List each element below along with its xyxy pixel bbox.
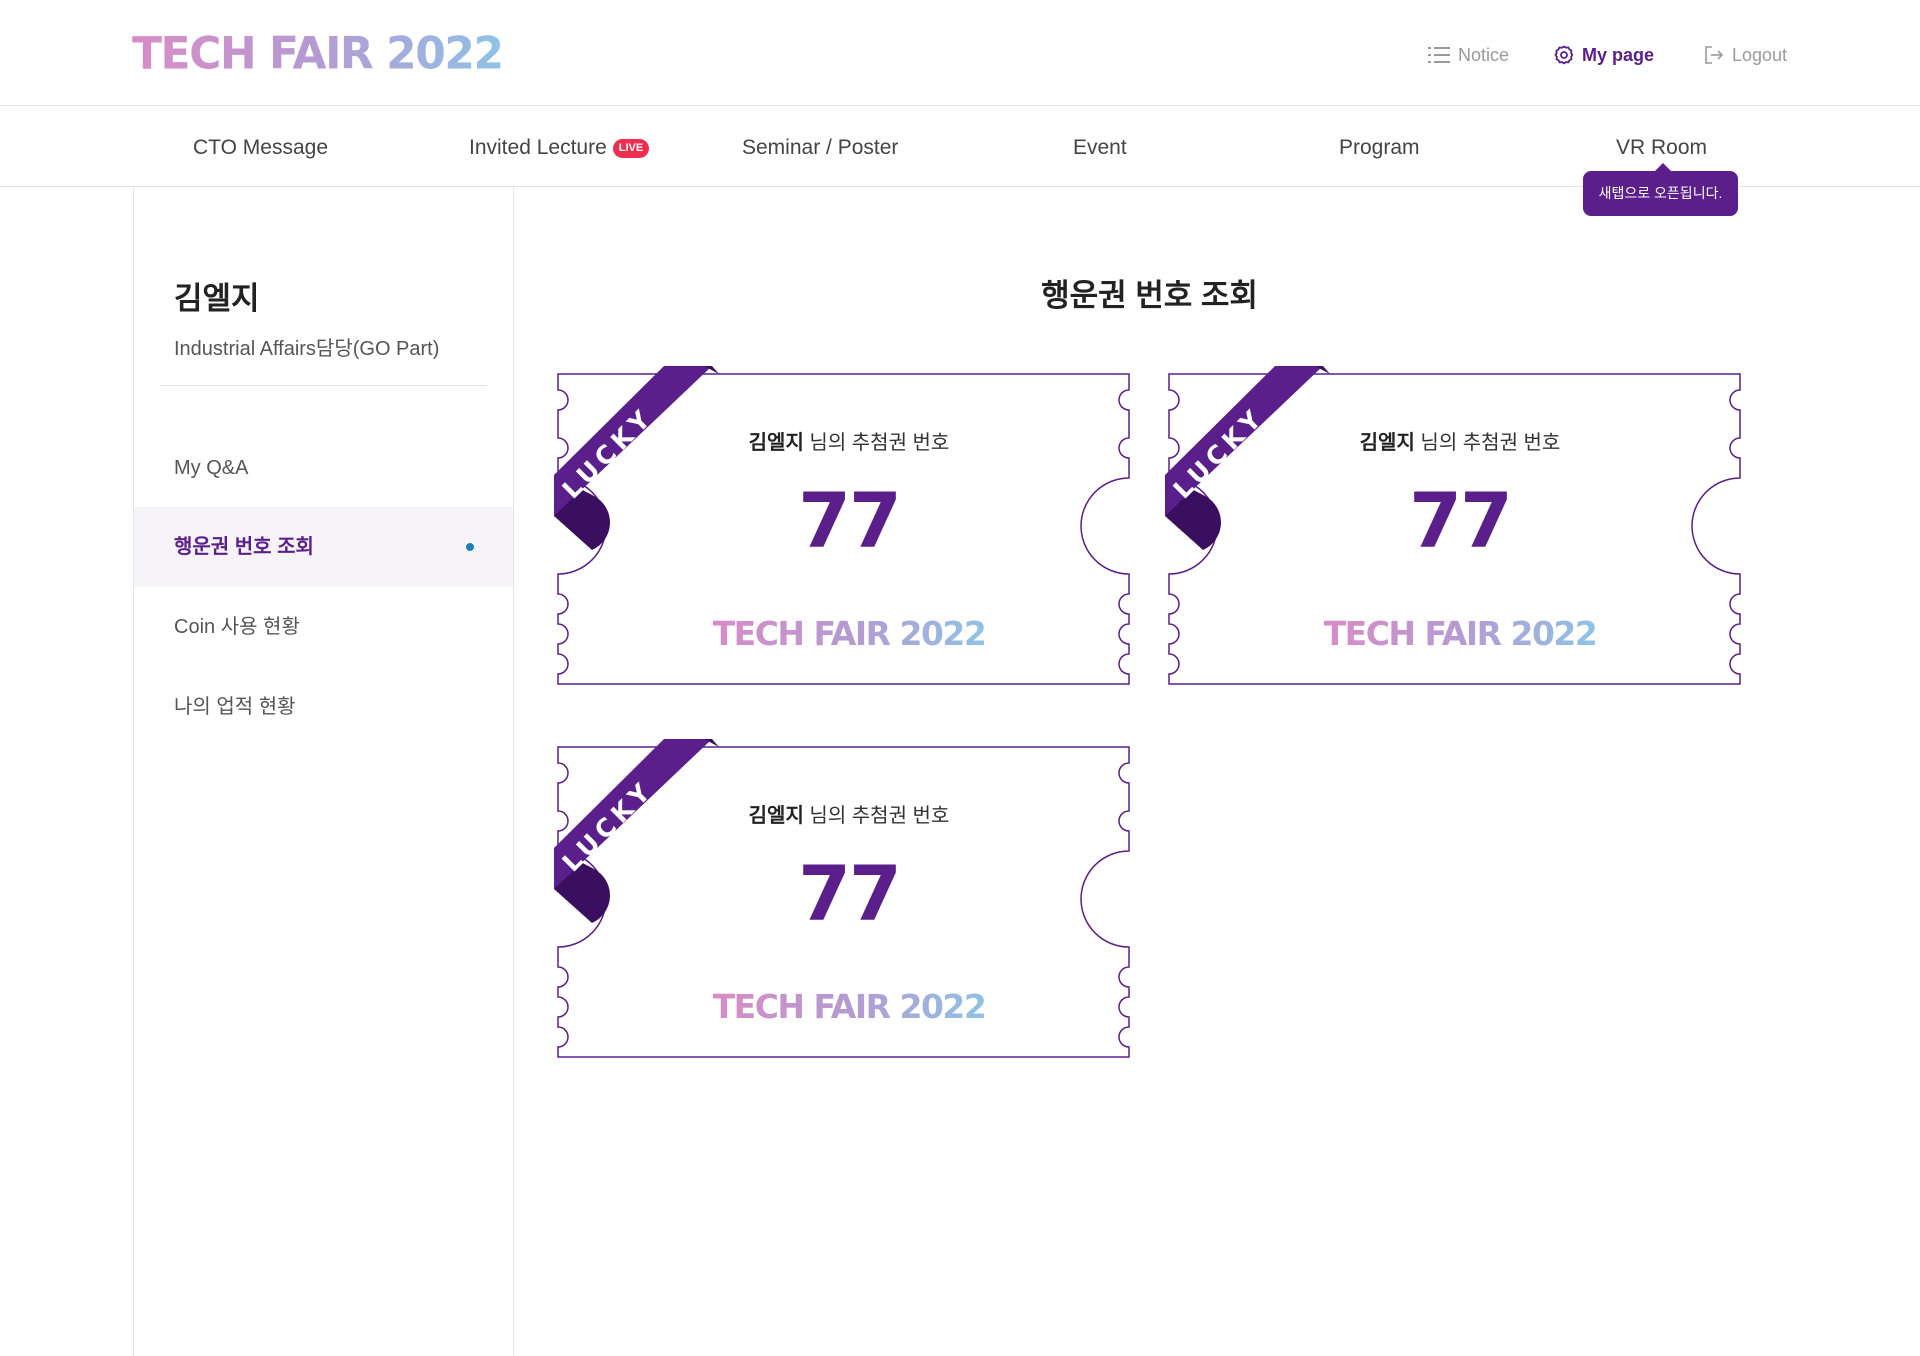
lucky-ticket: LUCKY 김엘지 님의 추첨권 번호 77 TECH FAIR 2022 [554, 739, 1144, 1059]
ticket-number: 77 [1409, 476, 1513, 565]
sidebar-item-label: 나의 업적 현황 [174, 696, 296, 718]
lucky-ticket: LUCKY 김엘지 님의 추첨권 번호 77 TECH FAIR 2022 [1165, 366, 1755, 686]
sidebar-item-my-achievements[interactable]: 나의 업적 현황 [134, 667, 513, 747]
nav-cto-message[interactable]: CTO Message [193, 131, 328, 165]
ticket-logo-text: TECH FAIR 2022 [1323, 614, 1598, 653]
nav-program[interactable]: Program [1339, 131, 1420, 165]
logout-icon [1705, 46, 1724, 64]
nav-label: Event [1073, 136, 1127, 159]
ticket-logo-text: TECH FAIR 2022 [712, 614, 987, 653]
site-logo[interactable]: TECH FAIR 2022 [132, 25, 504, 82]
nav-label: Seminar / Poster [742, 136, 899, 159]
logout-link[interactable]: Logout [1704, 40, 1787, 70]
nav-seminar-poster[interactable]: Seminar / Poster [742, 131, 898, 165]
user-name: 김엘지 [174, 281, 260, 316]
ticket-owner-suffix: 님의 추첨권 번호 [803, 432, 950, 454]
ticket-owner-name: 김엘지 [748, 432, 804, 454]
nav-invited-lecture[interactable]: Invited Lecture LIVE [469, 131, 650, 165]
nav-label: Program [1339, 136, 1420, 159]
notice-label: Notice [1458, 44, 1510, 65]
list-icon [1428, 47, 1450, 63]
notice-link[interactable]: Notice [1428, 40, 1509, 70]
nav-label: Invited Lecture [469, 136, 607, 159]
logout-label: Logout [1732, 44, 1788, 65]
sidebar-divider [160, 385, 487, 386]
ticket-number: 77 [798, 476, 902, 565]
ticket-number: 77 [798, 849, 902, 938]
lucky-ticket: LUCKY 김엘지 님의 추첨권 번호 77 TECH FAIR 2022 [554, 366, 1144, 686]
ticket-owner-line: 김엘지 님의 추첨권 번호 [554, 426, 1144, 455]
sidebar-item-label: My Q&A [174, 457, 249, 479]
user-department: Industrial Affairs담당(GO Part) [174, 338, 440, 360]
sidebar-item-my-qna[interactable]: My Q&A [134, 428, 513, 508]
ticket-logo: TECH FAIR 2022 [1165, 614, 1755, 653]
sidebar-item-label: 행운권 번호 조회 [174, 536, 314, 558]
ticket-owner-line: 김엘지 님의 추첨권 번호 [1165, 426, 1755, 455]
page-title: 행운권 번호 조회 [1041, 278, 1258, 313]
active-dot [466, 543, 474, 551]
nav-label: CTO Message [193, 136, 328, 159]
gear-icon [1554, 45, 1574, 65]
ticket-logo: TECH FAIR 2022 [554, 614, 1144, 653]
nav-label: VR Room [1616, 136, 1708, 159]
ticket-owner-name: 김엘지 [1359, 432, 1415, 454]
ticket-logo-text: TECH FAIR 2022 [712, 987, 987, 1026]
ticket-owner-suffix: 님의 추첨권 번호 [1414, 432, 1561, 454]
nav-event[interactable]: Event [1073, 131, 1127, 165]
mypage-link[interactable]: My page [1554, 40, 1654, 70]
ticket-owner-line: 김엘지 님의 추첨권 번호 [554, 799, 1144, 828]
site-header: TECH FAIR 2022 Notice My page Logout [0, 0, 1920, 106]
vr-room-tooltip: 새탭으로 오픈됩니다. [1583, 163, 1738, 216]
ticket-owner-suffix: 님의 추첨권 번호 [803, 805, 950, 827]
ticket-owner-name: 김엘지 [748, 805, 804, 827]
nav-vr-room[interactable]: VR Room [1616, 131, 1707, 165]
sidebar-item-lucky-number[interactable]: 행운권 번호 조회 [134, 507, 513, 587]
ticket-logo: TECH FAIR 2022 [554, 987, 1144, 1026]
sidebar-item-coin-usage[interactable]: Coin 사용 현황 [134, 587, 513, 667]
mypage-label: My page [1582, 44, 1655, 65]
sidebar-item-label: Coin 사용 현황 [174, 616, 300, 638]
sidebar: 김엘지 Industrial Affairs담당(GO Part) My Q&A… [133, 187, 514, 1356]
live-badge: LIVE [612, 139, 650, 158]
